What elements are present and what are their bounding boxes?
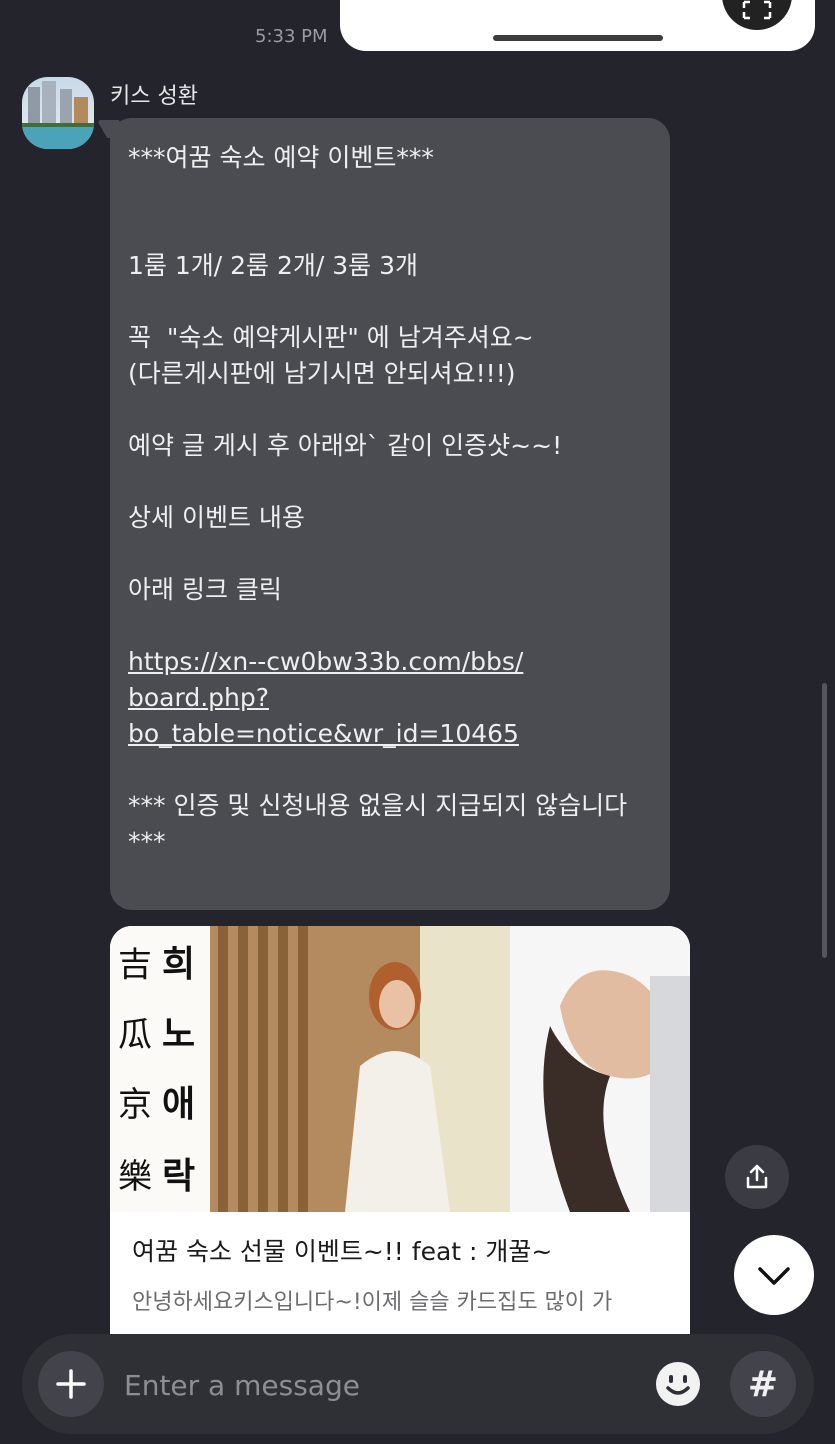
share-icon xyxy=(746,1164,768,1189)
message-line xyxy=(128,212,652,248)
message-line xyxy=(128,608,652,644)
calligraphy-char: 희 xyxy=(162,943,195,985)
chevron-down-icon xyxy=(758,1267,790,1285)
link-preview-title: 여꿈 숙소 선물 이벤트~!! feat : 개꿀~ xyxy=(132,1237,553,1266)
share-button[interactable] xyxy=(725,1145,789,1209)
message-line: 상세 이벤트 내용 xyxy=(128,503,305,532)
calligraphy-char: 瓜 xyxy=(118,1015,152,1055)
bubble-handle xyxy=(493,35,663,41)
link-line[interactable]: bo_table=notice&wr_id=10465 xyxy=(128,716,652,752)
message-line: 예약 글 게시 후 아래와` 같이 인증샷~~! xyxy=(128,431,563,460)
avatar-image xyxy=(22,77,94,149)
message-line xyxy=(128,752,652,788)
message-line: 아래 링크 클릭 xyxy=(128,575,282,604)
scan-button[interactable] xyxy=(722,0,792,30)
message-composer: # xyxy=(22,1334,814,1434)
link-preview-image: 吉 瓜 京 樂 희 노 애 락 xyxy=(110,926,690,1212)
calligraphy-char: 樂 xyxy=(118,1157,152,1197)
message-line xyxy=(128,176,652,212)
plus-icon xyxy=(56,1369,86,1399)
message-line xyxy=(128,464,652,500)
message-time: 5:33 PM xyxy=(255,26,328,47)
link-line[interactable]: board.php? xyxy=(128,680,652,716)
emoji-icon xyxy=(656,1362,700,1406)
message-line: *** xyxy=(128,827,166,856)
message-bubble[interactable]: ***여꿈 숙소 예약 이벤트*** 1룸 1개/ 2룸 2개/ 3룸 3개 꼭… xyxy=(110,118,670,910)
attach-button[interactable] xyxy=(38,1351,104,1417)
avatar[interactable] xyxy=(22,77,94,149)
scrollbar[interactable] xyxy=(822,683,827,958)
message-line: 꼭 "숙소 예약게시판" 에 남겨주셔요~ xyxy=(128,323,534,352)
scan-icon xyxy=(742,0,772,20)
message-line xyxy=(128,536,652,572)
message-line xyxy=(128,392,652,428)
link-line[interactable]: https://xn--cw0bw33b.com/bbs/ xyxy=(128,644,652,680)
scroll-down-button[interactable] xyxy=(734,1235,814,1315)
message-line: (다른게시판에 남기시면 안되셔요!!!) xyxy=(128,359,516,388)
sender-name: 키스 성환 xyxy=(110,84,198,109)
hashtag-button[interactable]: # xyxy=(730,1351,796,1417)
message-line: ***여꿈 숙소 예약 이벤트*** xyxy=(128,143,434,172)
previous-message-bubble xyxy=(340,0,815,51)
message-input[interactable] xyxy=(122,1364,626,1406)
message-line xyxy=(128,284,652,320)
calligraphy-char: 애 xyxy=(162,1083,195,1125)
calligraphy-char: 京 xyxy=(118,1085,152,1125)
message-link[interactable]: https://xn--cw0bw33b.com/bbs/ board.php?… xyxy=(128,644,652,752)
link-preview-description: 안녕하세요키스입니다~!이제 슬슬 카드집도 많이 가 xyxy=(132,1290,613,1315)
message-line: 1룸 1개/ 2룸 2개/ 3룸 3개 xyxy=(128,251,419,280)
calligraphy-char: 吉 xyxy=(118,945,152,985)
calligraphy-char: 노 xyxy=(162,1013,195,1055)
calligraphy-char: 락 xyxy=(162,1155,195,1197)
message-line: *** 인증 및 신청내용 없을시 지급되지 않습니다 xyxy=(128,791,628,820)
link-preview-card[interactable]: 吉 瓜 京 樂 희 노 애 락 여꿈 숙소 선물 이벤트~!! feat : 개… xyxy=(110,926,690,1346)
emoji-button[interactable] xyxy=(652,1358,704,1410)
